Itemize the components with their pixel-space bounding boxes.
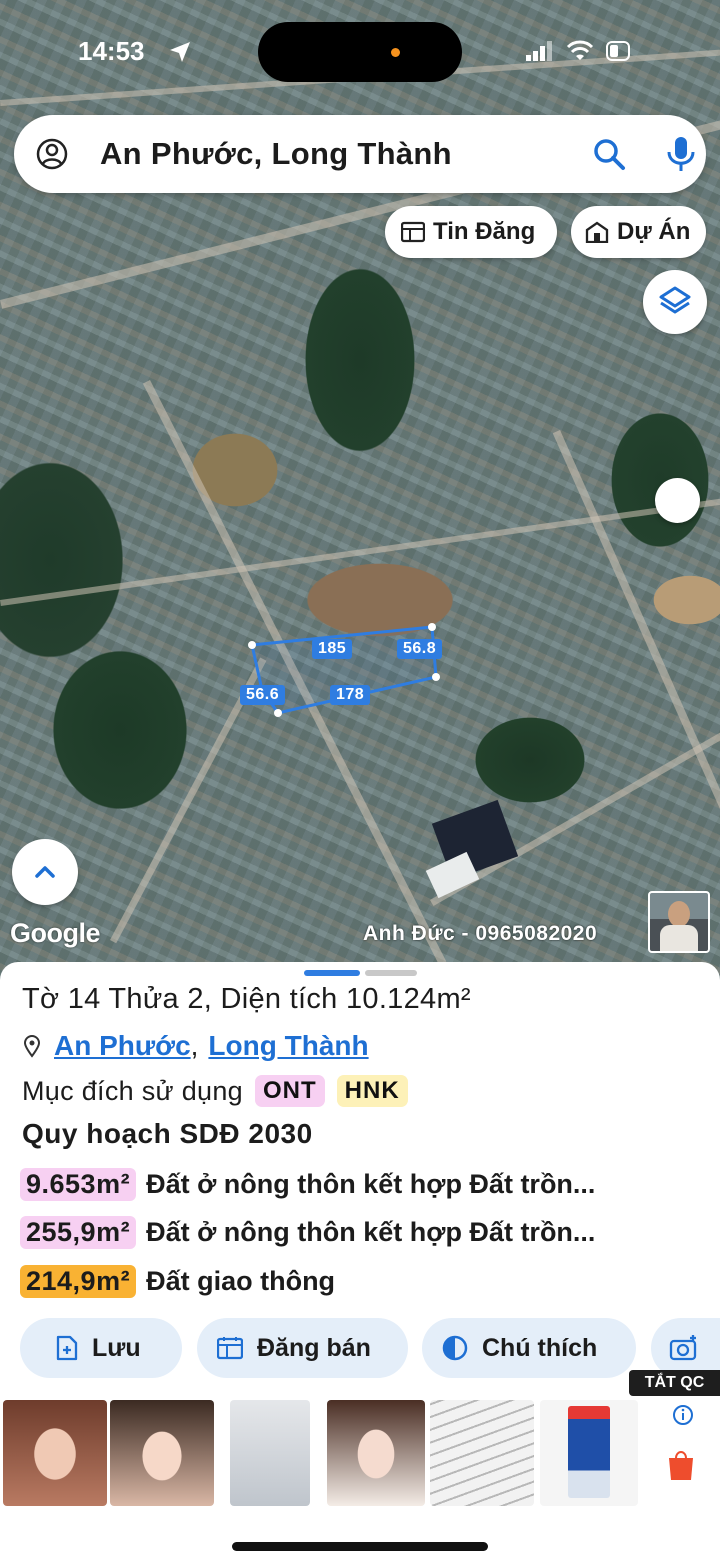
ad-item[interactable]: [648, 1400, 720, 1506]
ad-banner[interactable]: [0, 1396, 720, 1508]
save-button-label: Lưu: [92, 1333, 141, 1362]
land-use-row: Mục đích sử dụng ONT HNK: [22, 1075, 408, 1107]
add-photo-button[interactable]: [651, 1318, 720, 1378]
land-use-badge[interactable]: ONT: [254, 1075, 325, 1107]
zone-description: Đất ở nông thôn kết hợp Đất trồn...: [146, 1217, 596, 1247]
search-bar[interactable]: An Phước, Long Thành: [14, 115, 706, 193]
district-link[interactable]: Long Thành: [208, 1030, 368, 1062]
map-layers-button[interactable]: [643, 270, 707, 334]
projects-chip[interactable]: Dự Án: [571, 206, 706, 258]
google-logo: Google: [10, 918, 101, 948]
zone-area-badge: 9.653m²: [20, 1168, 137, 1201]
plot-location: An Phước , Long Thành: [22, 1030, 369, 1062]
map-side-handle[interactable]: [655, 478, 700, 523]
plot-edge-label: 178: [330, 685, 371, 705]
contrast-icon: [442, 1335, 468, 1361]
zone-area-badge: 255,9m²: [20, 1216, 137, 1249]
zone-row[interactable]: 214,9m² Đất giao thông: [20, 1265, 720, 1298]
listing-icon: [401, 221, 425, 243]
land-use-label: Mục đích sử dụng: [22, 1075, 243, 1106]
agent-avatar[interactable]: [648, 891, 710, 953]
wifi-icon: [566, 40, 594, 60]
status-icons: [526, 40, 634, 62]
hide-ads-button[interactable]: TẮT QC: [629, 1370, 720, 1396]
ad-item[interactable]: [430, 1400, 534, 1506]
add-file-icon: [56, 1335, 78, 1361]
listings-chip-label: Tin Đăng: [433, 218, 536, 245]
ward-link[interactable]: An Phước: [54, 1030, 191, 1062]
ad-item[interactable]: [230, 1400, 310, 1506]
privacy-indicator: [391, 48, 400, 57]
pager-dot[interactable]: [365, 970, 417, 976]
ad-item[interactable]: [540, 1400, 638, 1506]
account-icon[interactable]: [36, 138, 68, 170]
location-arrow-icon: [170, 42, 190, 62]
ad-item[interactable]: [3, 1400, 107, 1506]
status-time: 14:53: [78, 36, 145, 66]
search-query[interactable]: An Phước, Long Thành: [100, 115, 452, 193]
chevron-up-icon: [35, 866, 55, 878]
plan-title: Quy hoạch SDĐ 2030: [22, 1118, 313, 1149]
search-icon[interactable]: [592, 137, 626, 171]
zone-row[interactable]: 255,9m² Đất ở nông thôn kết hợp Đất trồn…: [20, 1216, 720, 1249]
ad-info-icon[interactable]: [672, 1404, 694, 1426]
microphone-icon[interactable]: [664, 135, 698, 173]
save-button[interactable]: Lưu: [20, 1318, 182, 1378]
expand-sheet-button[interactable]: [12, 839, 78, 905]
shopping-bag-icon: [669, 1451, 693, 1480]
dynamic-island: [258, 22, 462, 82]
legend-button[interactable]: Chú thích: [422, 1318, 636, 1378]
zone-description: Đất ở nông thôn kết hợp Đất trồn...: [146, 1169, 596, 1199]
location-separator: ,: [190, 1030, 199, 1061]
plot-edge-label: 56.6: [240, 685, 286, 705]
building-icon: [585, 221, 609, 243]
legend-button-label: Chú thích: [482, 1333, 598, 1362]
battery-icon: [606, 41, 630, 61]
layers-icon: [659, 286, 691, 314]
listings-chip[interactable]: Tin Đăng: [385, 206, 557, 258]
map-pin-icon: [23, 1035, 41, 1058]
plot-title: Tờ 14 Thửa 2, Diện tích 10.124m²: [22, 983, 471, 1015]
projects-chip-label: Dự Án: [617, 218, 691, 245]
post-for-sale-label: Đăng bán: [257, 1333, 371, 1362]
agent-watermark: Anh Đức - 0965082020: [363, 922, 598, 945]
zone-description: Đất giao thông: [146, 1266, 336, 1296]
home-indicator[interactable]: [232, 1542, 488, 1551]
camera-add-icon: [669, 1335, 697, 1361]
post-for-sale-button[interactable]: Đăng bán: [197, 1318, 408, 1378]
ad-item[interactable]: [110, 1400, 214, 1506]
ad-item[interactable]: [327, 1400, 425, 1506]
zone-row[interactable]: 9.653m² Đất ở nông thôn kết hợp Đất trồn…: [20, 1168, 720, 1201]
listing-icon: [217, 1337, 243, 1360]
plot-edge-label: 56.8: [397, 639, 443, 659]
pager-dot-active[interactable]: [304, 970, 360, 976]
land-use-badge[interactable]: HNK: [336, 1075, 408, 1107]
cellular-signal-icon: [526, 41, 552, 61]
zone-area-badge: 214,9m²: [20, 1265, 137, 1298]
plot-edge-label: 185: [312, 639, 353, 659]
